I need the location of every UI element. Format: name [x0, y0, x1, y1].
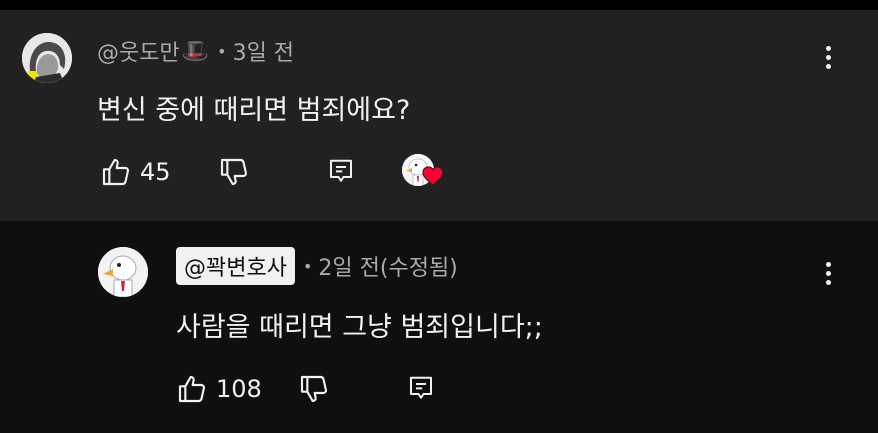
- user-avatar[interactable]: [22, 33, 72, 83]
- top-hat-emoji: 🎩: [181, 38, 210, 64]
- user-avatar[interactable]: [98, 247, 148, 297]
- dislike-button[interactable]: [218, 156, 326, 188]
- comment-card: @웃도만 🎩 • 3일 전 변신 중에 때리면 범죄에요? 45: [0, 10, 878, 221]
- reply-timestamp[interactable]: 2일 전(수정됨): [318, 250, 457, 282]
- reply-icon: [410, 376, 432, 399]
- goose-avatar-icon: [98, 247, 148, 297]
- thumb-up-icon: [178, 375, 206, 403]
- creator-heart-icon: [402, 152, 446, 192]
- reply-button[interactable]: [406, 373, 436, 405]
- thumb-down-icon: [220, 158, 248, 186]
- separator-dot: •: [302, 256, 313, 276]
- comment-username[interactable]: @웃도만: [97, 35, 180, 67]
- comment-timestamp[interactable]: 3일 전: [233, 35, 294, 67]
- heart-icon: [422, 166, 444, 186]
- comment-meta: @웃도만 🎩 • 3일 전: [97, 34, 294, 68]
- like-button[interactable]: 45: [100, 156, 218, 188]
- more-vert-icon[interactable]: [818, 258, 838, 288]
- comment-actions: 45: [100, 152, 446, 192]
- separator-dot: •: [217, 41, 227, 61]
- reply-button[interactable]: [326, 156, 356, 188]
- reply-actions: 108: [176, 369, 436, 409]
- reply-text: 사람을 때리면 그냥 범죄입니다;;: [176, 312, 543, 343]
- like-count: 108: [216, 375, 262, 403]
- avatar-illustration-icon: [22, 33, 72, 83]
- like-button[interactable]: 108: [176, 373, 298, 405]
- like-count: 45: [140, 158, 171, 186]
- thumb-down-icon: [300, 375, 328, 403]
- reply-icon: [330, 159, 352, 182]
- dislike-button[interactable]: [298, 373, 406, 405]
- reply-meta: @꽉변호사 • 2일 전(수정됨): [176, 247, 458, 285]
- reply-card: @꽉변호사 • 2일 전(수정됨) 사람을 때리면 그냥 범죄입니다;; 108: [0, 221, 878, 433]
- thumb-up-icon: [102, 158, 130, 186]
- more-vert-icon[interactable]: [818, 42, 838, 72]
- comment-text: 변신 중에 때리면 범죄에요?: [97, 95, 411, 126]
- creator-username-badge[interactable]: @꽉변호사: [176, 247, 295, 285]
